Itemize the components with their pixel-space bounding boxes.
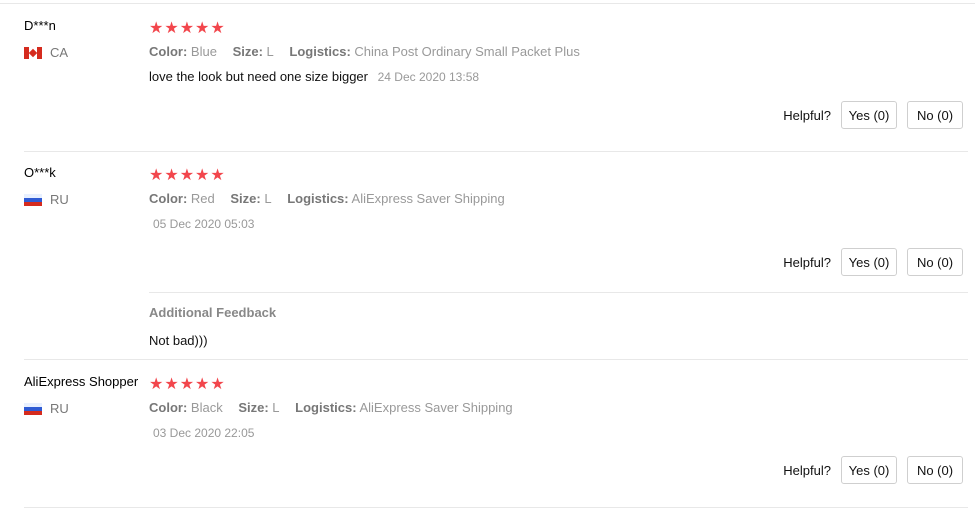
review-attributes: Color: Red Size: L Logistics: AliExpress… (149, 191, 517, 206)
helpful-no-button[interactable]: No (0) (907, 248, 963, 276)
review-user-name: O***k (24, 165, 56, 180)
canada-flag-icon (24, 46, 42, 59)
additional-feedback-title: Additional Feedback (149, 305, 277, 320)
color-value: Red (190, 191, 215, 206)
additional-feedback-text: Not bad))) (149, 333, 208, 348)
logistics-value: AliExpress Saver Shipping (351, 191, 505, 206)
review-country: RU (24, 192, 69, 207)
review-item: D***n CA ★★★★★ Color: Blue Size: L Logis… (24, 18, 968, 148)
review-content: love the look but need one size bigger 2… (149, 69, 479, 84)
review-attributes: Color: Blue Size: L Logistics: China Pos… (149, 44, 592, 59)
review-user-name: D***n (24, 18, 56, 33)
review-text: love the look but need one size bigger (149, 69, 368, 84)
logistics-label: Logistics: (289, 44, 351, 59)
review-stars: ★★★★★ (149, 20, 226, 37)
russia-flag-icon (24, 193, 42, 206)
color-label: Color: (149, 191, 188, 206)
size-label: Size: (232, 44, 263, 59)
review-item: AliExpress Shopper RU ★★★★★ Color: Black… (24, 374, 968, 504)
review-user-name: AliExpress Shopper (24, 374, 139, 389)
helpful-no-button[interactable]: No (0) (907, 456, 963, 484)
logistics-label: Logistics: (295, 400, 357, 415)
russia-flag-icon (24, 402, 42, 415)
helpful-controls: Helpful? Yes (0) No (0) (783, 456, 963, 484)
review-country-code: RU (50, 401, 69, 416)
review-time: 05 Dec 2020 05:03 (153, 217, 255, 231)
review-item: O***k RU ★★★★★ Color: Red Size: L Logist… (24, 165, 968, 355)
helpful-label: Helpful? (783, 462, 831, 478)
helpful-controls: Helpful? Yes (0) No (0) (783, 101, 963, 129)
color-label: Color: (149, 400, 188, 415)
helpful-label: Helpful? (783, 107, 831, 123)
review-stars: ★★★★★ (149, 376, 226, 393)
review-country-code: CA (50, 45, 69, 60)
review-stars: ★★★★★ (149, 167, 226, 184)
size-label: Size: (238, 400, 269, 415)
additional-feedback-divider (149, 292, 968, 293)
size-label: Size: (230, 191, 261, 206)
size-value: L (272, 400, 280, 415)
logistics-value: AliExpress Saver Shipping (359, 400, 513, 415)
logistics-label: Logistics: (287, 191, 349, 206)
review-divider (24, 507, 968, 508)
review-divider (24, 151, 968, 152)
helpful-controls: Helpful? Yes (0) No (0) (783, 248, 963, 276)
review-country: RU (24, 401, 69, 416)
review-attributes: Color: Black Size: L Logistics: AliExpre… (149, 400, 525, 415)
review-time: 03 Dec 2020 22:05 (153, 426, 255, 440)
top-divider (0, 3, 975, 4)
helpful-label: Helpful? (783, 254, 831, 270)
review-time: 24 Dec 2020 13:58 (377, 70, 480, 84)
helpful-yes-button[interactable]: Yes (0) (841, 456, 897, 484)
review-divider (24, 359, 968, 360)
color-label: Color: (149, 44, 188, 59)
helpful-yes-button[interactable]: Yes (0) (841, 248, 897, 276)
review-content: 03 Dec 2020 22:05 (149, 425, 254, 440)
review-country: CA (24, 45, 68, 60)
helpful-no-button[interactable]: No (0) (907, 101, 963, 129)
logistics-value: China Post Ordinary Small Packet Plus (354, 44, 580, 59)
feedback-list: D***n CA ★★★★★ Color: Blue Size: L Logis… (0, 0, 975, 512)
review-content: 05 Dec 2020 05:03 (149, 216, 254, 231)
size-value: L (266, 44, 274, 59)
review-country-code: RU (50, 192, 69, 207)
size-value: L (264, 191, 272, 206)
color-value: Black (190, 400, 223, 415)
helpful-yes-button[interactable]: Yes (0) (841, 101, 897, 129)
color-value: Blue (190, 44, 217, 59)
